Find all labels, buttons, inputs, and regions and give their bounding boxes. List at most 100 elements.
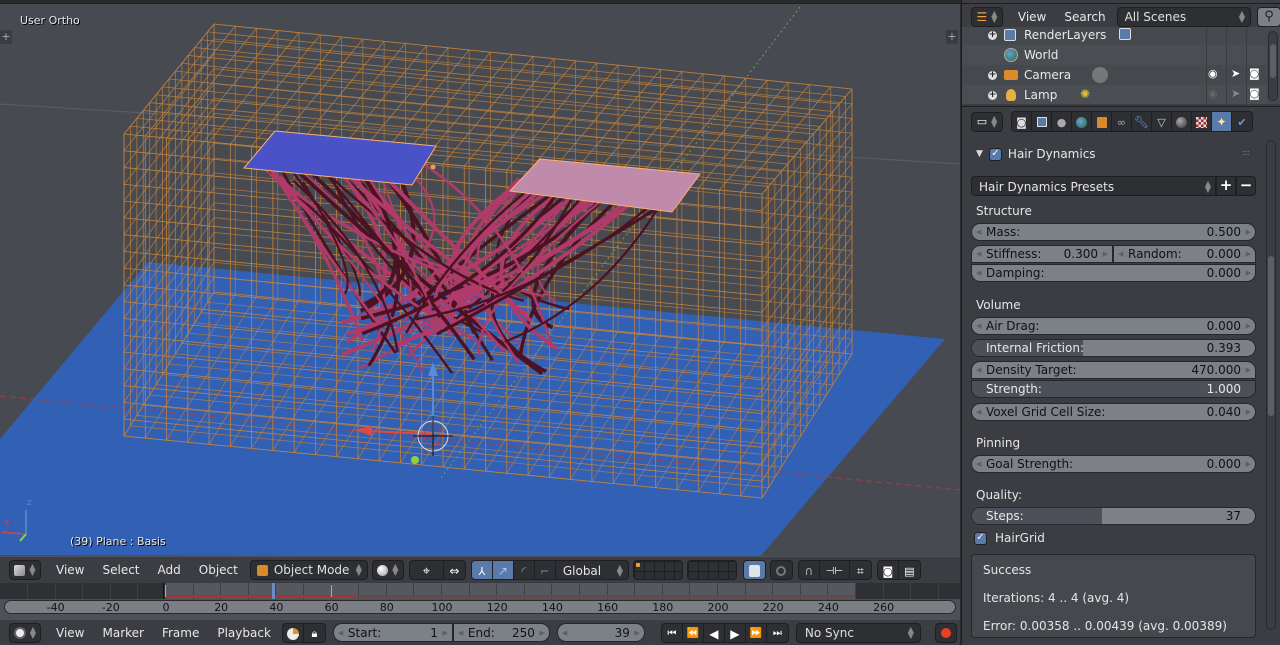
increment-arrow-icon[interactable]: ▶ xyxy=(635,629,640,637)
layer-buttons-2[interactable] xyxy=(686,560,737,580)
decrement-arrow-icon[interactable]: ◀ xyxy=(976,250,981,258)
increment-arrow-icon[interactable]: ▶ xyxy=(1246,408,1251,416)
menu-marker[interactable]: Marker xyxy=(93,626,152,640)
increment-arrow-icon[interactable]: ▶ xyxy=(1246,322,1251,330)
mass-field[interactable]: ◀ Mass: 0.500 ▶ xyxy=(971,223,1256,241)
proportional-edit-toggle[interactable] xyxy=(771,561,792,579)
hairgrid-checkbox[interactable]: ✓ xyxy=(974,531,987,545)
menu-add[interactable]: Add xyxy=(149,563,190,577)
selectable-cursor-icon[interactable]: ➤ xyxy=(1231,67,1240,80)
stiffness-field[interactable]: ◀ Stiffness: 0.300 ▶ xyxy=(971,245,1113,263)
snap-element-select[interactable]: ⊣⊢ xyxy=(820,561,850,579)
layer-buttons-1[interactable] xyxy=(632,560,683,580)
menu-view[interactable]: View xyxy=(47,563,93,577)
scale-manipulator[interactable]: ⌐ xyxy=(535,561,556,579)
decrement-arrow-icon[interactable]: ◀ xyxy=(1118,250,1123,258)
panel-header-hair-dynamics[interactable]: ▼ ✓ Hair Dynamics xyxy=(976,147,1096,161)
outliner-item[interactable]: + RenderLayers xyxy=(962,27,1267,45)
manipulator-y-handle[interactable] xyxy=(411,456,419,464)
remove-preset-button[interactable]: − xyxy=(1236,176,1256,196)
decrement-arrow-icon[interactable]: ◀ xyxy=(976,460,981,468)
keyframe-marker[interactable] xyxy=(165,585,166,597)
decrement-arrow-icon[interactable]: ◀ xyxy=(976,408,981,416)
decrement-arrow-icon[interactable]: ◀ xyxy=(976,228,981,236)
density-target-field[interactable]: ◀ Density Target: 470.000 ▶ xyxy=(971,361,1256,379)
menu-view[interactable]: View xyxy=(47,626,93,640)
mode-select[interactable]: Object Mode ▲ ▼ xyxy=(249,560,368,580)
layer-grid[interactable] xyxy=(633,561,682,579)
decrement-arrow-icon[interactable]: ◀ xyxy=(338,629,343,637)
expand-icon[interactable]: + xyxy=(988,30,997,40)
shading-select[interactable]: ▲ ▼ xyxy=(371,560,404,580)
manipulate-center-toggle[interactable]: ⇔ xyxy=(444,561,465,579)
add-preset-button[interactable]: + xyxy=(1216,176,1236,196)
jump-end-button[interactable]: ⏭ xyxy=(767,624,788,642)
pivot-point-select[interactable]: ⌖ xyxy=(410,561,444,579)
opengl-render-button[interactable]: ◙ xyxy=(878,561,899,579)
increment-arrow-icon[interactable]: ▶ xyxy=(1246,460,1251,468)
tab-material[interactable] xyxy=(1172,112,1192,131)
start-frame-field[interactable]: ◀ Start: 1 ▶ xyxy=(332,623,453,642)
voxel-grid-cell-size-field[interactable]: ◀ Voxel Grid Cell Size: 0.040 ▶ xyxy=(971,403,1256,421)
menu-view[interactable]: View xyxy=(1009,10,1055,24)
outliner-item[interactable]: + Camera ◉ ➤ ◙ xyxy=(962,65,1267,85)
tab-constraints[interactable]: ∞ xyxy=(1112,112,1132,131)
internal-friction-slider[interactable]: Internal Friction: 0.393 xyxy=(971,339,1256,357)
end-frame-field[interactable]: ◀ End: 250 ▶ xyxy=(452,623,550,642)
play-reverse-button[interactable]: ◀ xyxy=(704,623,725,642)
sync-mode-select[interactable]: No Sync ▲ ▼ xyxy=(795,622,921,643)
renderable-camera-icon[interactable]: ◙ xyxy=(1249,67,1260,80)
outliner-item[interactable]: + Lamp ✺ ◉ ➤ ◙ xyxy=(962,85,1267,104)
hairgrid-toggle[interactable]: ✓ HairGrid xyxy=(974,531,1045,545)
decrement-arrow-icon[interactable]: ◀ xyxy=(562,629,567,637)
editor-type-select[interactable]: ▭ ▲ ▼ xyxy=(971,111,1003,132)
timeline[interactable]: -40 -20 0 20 40 60 80 100 120 140 160 180 200 220 240 2… xyxy=(0,583,967,619)
tab-render[interactable]: ◙ xyxy=(1012,112,1032,131)
outliner-item[interactable]: World xyxy=(962,45,1267,65)
tab-data[interactable]: ▽ xyxy=(1152,112,1172,131)
tab-world[interactable] xyxy=(1072,112,1092,131)
tab-physics[interactable]: ✔ xyxy=(1232,112,1252,131)
tab-modifiers[interactable]: 🔧︎ xyxy=(1132,112,1152,131)
manipulator-toggle[interactable]: ⅄ xyxy=(471,561,493,579)
increment-arrow-icon[interactable]: ▶ xyxy=(1246,366,1251,374)
object-origin[interactable] xyxy=(429,163,437,171)
menu-playback[interactable]: Playback xyxy=(208,626,280,640)
tool-shelf-toggle[interactable]: + xyxy=(0,30,12,44)
decrement-arrow-icon[interactable]: ◀ xyxy=(976,366,981,374)
outliner-scrollbar[interactable] xyxy=(1268,31,1278,101)
increment-arrow-icon[interactable]: ▶ xyxy=(540,629,545,637)
steps-slider[interactable]: Steps: 37 xyxy=(971,507,1256,525)
tab-object[interactable] xyxy=(1092,112,1112,131)
rotate-manipulator[interactable]: ◜ xyxy=(514,561,535,579)
jump-next-keyframe-button[interactable]: ⏩ xyxy=(746,623,767,642)
increment-arrow-icon[interactable]: ▶ xyxy=(1246,250,1251,258)
expand-icon[interactable]: + xyxy=(988,90,997,100)
tab-render-layers[interactable] xyxy=(1032,112,1052,131)
tab-particles[interactable]: ✦ xyxy=(1212,112,1232,131)
jump-start-button[interactable]: ⏮ xyxy=(662,623,683,642)
timeline-track[interactable] xyxy=(0,583,967,599)
selectable-cursor-icon[interactable]: ➤ xyxy=(1231,87,1240,100)
hair-dynamics-enable-checkbox[interactable]: ✓ xyxy=(988,147,1002,161)
outliner-tree[interactable]: + RenderLayers World + Camera ◉ ➤ ◙ + La… xyxy=(962,27,1280,104)
jump-prev-keyframe-button[interactable]: ⏪ xyxy=(683,623,704,642)
menu-object[interactable]: Object xyxy=(190,563,247,577)
play-button[interactable]: ▶ xyxy=(725,623,746,642)
display-mode-select[interactable]: All Scenes ▲ ▼ xyxy=(1116,6,1252,27)
viewport-scene[interactable] xyxy=(0,4,960,556)
properties-scrollbar[interactable] xyxy=(1266,140,1276,630)
tab-texture[interactable] xyxy=(1192,112,1212,131)
damping-field[interactable]: ◀ Damping: 0.000 ▶ xyxy=(971,264,1256,282)
editor-type-select[interactable]: ☰ ▲ ▼ xyxy=(971,6,1003,27)
expand-icon[interactable]: + xyxy=(988,70,997,80)
properties-shelf-toggle[interactable]: + xyxy=(946,30,958,44)
visibility-eye-icon[interactable]: ◉ xyxy=(1208,87,1218,100)
snap-toggle[interactable]: ∩ xyxy=(799,561,820,579)
editor-type-select[interactable]: ▲ ▼ xyxy=(9,560,41,580)
layer-grid[interactable] xyxy=(687,561,736,579)
decrement-arrow-icon[interactable]: ◀ xyxy=(976,322,981,330)
increment-arrow-icon[interactable]: ▶ xyxy=(443,629,448,637)
decrement-arrow-icon[interactable]: ◀ xyxy=(976,269,981,277)
increment-arrow-icon[interactable]: ▶ xyxy=(1246,269,1251,277)
